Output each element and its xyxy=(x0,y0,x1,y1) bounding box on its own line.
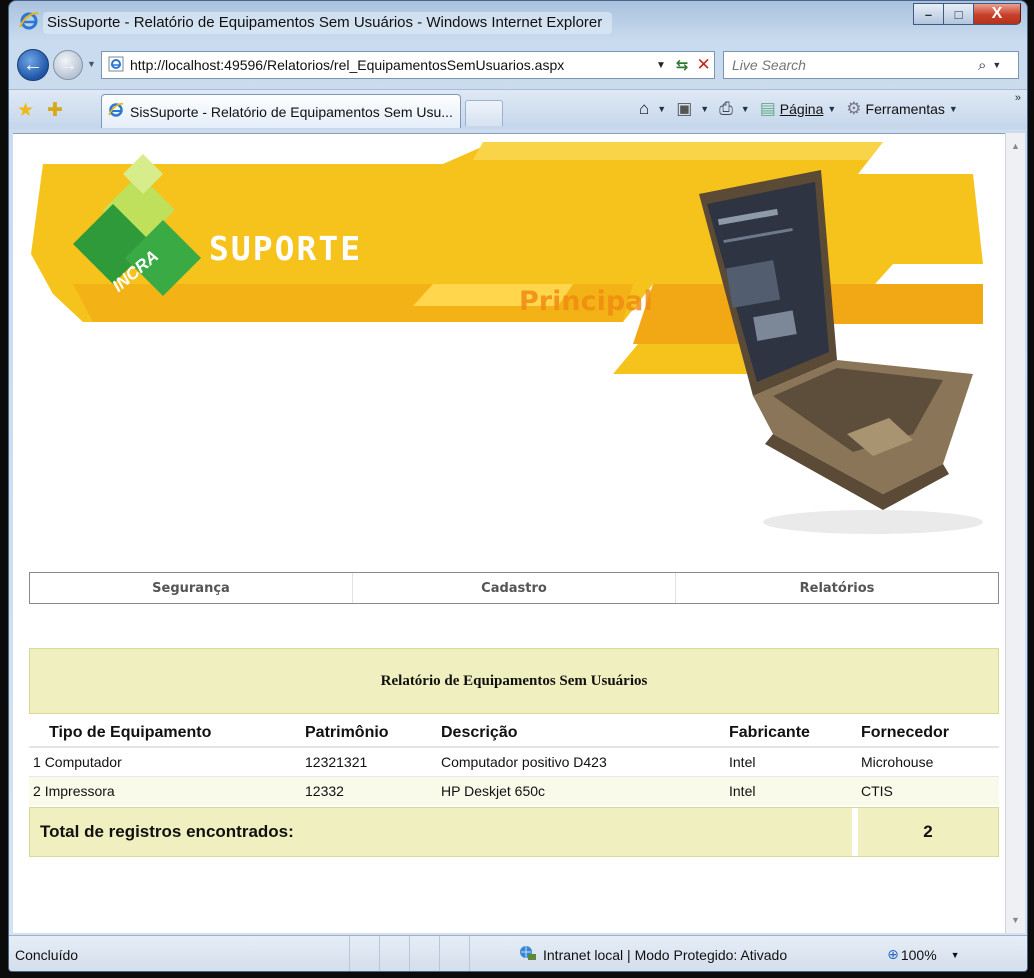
cell-tipo: 2 Impressora xyxy=(29,776,299,805)
command-bar: ⌂ ▼ ▣ ▼ ⎙ ▼ ▤ Página ▼ ⚙ Ferramentas ▼ xyxy=(639,99,968,119)
print-icon[interactable]: ⎙ xyxy=(719,99,733,119)
status-bar: Concluído Intranet local | Modo Protegid… xyxy=(9,935,1027,971)
status-text: Concluído xyxy=(15,946,79,963)
address-dropdown-icon[interactable]: ▼ xyxy=(656,60,666,71)
cell-tipo: 1 Computador xyxy=(29,747,299,777)
print-dropdown-icon[interactable]: ▼ xyxy=(741,104,750,114)
page-menu-button[interactable]: Página xyxy=(780,101,824,117)
search-input[interactable] xyxy=(732,57,972,73)
vertical-scrollbar[interactable]: ▲ ▼ xyxy=(1005,133,1025,933)
report-table: Tipo de Equipamento Patrimônio Descrição… xyxy=(29,714,999,805)
refresh-icon[interactable]: ⇆ xyxy=(676,56,689,74)
page-content: INCRA SUPORTE Principal Segurança Cadast… xyxy=(13,133,1005,933)
scroll-up-icon[interactable]: ▲ xyxy=(1011,141,1020,151)
cell-fornecedor: Microhouse xyxy=(855,747,999,777)
url-input[interactable] xyxy=(130,57,640,73)
home-icon[interactable]: ⌂ xyxy=(639,99,649,119)
zoom-control[interactable]: ⊕ 100% ▼ xyxy=(887,946,959,963)
column-header-tipo: Tipo de Equipamento xyxy=(29,714,299,748)
total-value: 2 xyxy=(923,822,933,841)
tab-ie-icon xyxy=(108,102,124,121)
section-text: Principal xyxy=(519,286,653,317)
search-box: ⌕ ▼ xyxy=(723,51,1019,79)
cell-tipo-value: Computador xyxy=(44,754,122,770)
close-button[interactable]: X xyxy=(973,3,1021,25)
total-row: Total de registros encontrados: 2 xyxy=(29,807,999,857)
status-segment xyxy=(469,936,499,971)
address-bar: ▼ ⇆ ✕ xyxy=(101,51,715,79)
recent-pages-dropdown-icon[interactable]: ▼ xyxy=(87,59,96,69)
scroll-down-icon[interactable]: ▼ xyxy=(1011,915,1020,925)
menu-item-seguranca[interactable]: Segurança xyxy=(30,573,353,603)
tools-menu-button[interactable]: Ferramentas xyxy=(866,101,945,117)
cell-fabricante: Intel xyxy=(723,776,855,805)
table-header-row: Tipo de Equipamento Patrimônio Descrição… xyxy=(29,714,999,748)
navigation-bar: ← → ▼ ▼ ⇆ ✕ ⌕ ▼ xyxy=(9,45,1027,85)
column-header-patrimonio: Patrimônio xyxy=(299,714,435,748)
table-row: 1 Computador 12321321 Computador positiv… xyxy=(29,747,999,777)
cell-fabricante: Intel xyxy=(723,747,855,777)
tools-dropdown-icon[interactable]: ▼ xyxy=(949,104,958,114)
more-chevron-icon[interactable]: » xyxy=(1015,92,1021,104)
search-options-dropdown-icon[interactable]: ▼ xyxy=(992,60,1001,70)
report-title: Relatório de Equipamentos Sem Usuários xyxy=(29,648,999,714)
cell-patrimonio: 12321321 xyxy=(299,747,435,777)
column-header-descricao: Descrição xyxy=(435,714,723,748)
tab-label: SisSuporte - Relatório de Equipamentos S… xyxy=(130,103,453,120)
stop-icon[interactable]: ✕ xyxy=(696,55,710,75)
page-menu-icon: ▤ xyxy=(759,99,776,118)
page-icon xyxy=(108,56,124,75)
tab-bar: ★ ✚ SisSuporte - Relatório de Equipament… xyxy=(9,89,1027,129)
total-label: Total de registros encontrados: xyxy=(30,808,858,856)
banner: INCRA SUPORTE Principal xyxy=(31,142,983,534)
cell-fornecedor: CTIS xyxy=(855,776,999,805)
feeds-dropdown-icon[interactable]: ▼ xyxy=(700,104,709,114)
row-number: 1 xyxy=(33,754,41,770)
back-button[interactable]: ← xyxy=(17,49,49,81)
tools-gear-icon: ⚙ xyxy=(846,99,862,118)
zone-text: Intranet local | Modo Protegido: Ativado xyxy=(543,946,788,963)
tab-current[interactable]: SisSuporte - Relatório de Equipamentos S… xyxy=(101,94,461,128)
forward-button[interactable]: → xyxy=(53,50,83,80)
column-header-fornecedor: Fornecedor xyxy=(855,714,999,748)
feeds-icon[interactable]: ▣ xyxy=(676,99,692,119)
status-segment xyxy=(439,936,469,971)
menu-item-cadastro[interactable]: Cadastro xyxy=(353,573,676,603)
cell-descricao: Computador positivo D423 xyxy=(435,747,723,777)
table-row: 2 Impressora 12332 HP Deskjet 650c Intel… xyxy=(29,776,999,805)
row-number: 2 xyxy=(33,783,41,799)
add-favorite-icon[interactable]: ✚ xyxy=(47,99,63,122)
browser-window: SisSuporte - Relatório de Equipamentos S… xyxy=(8,0,1028,972)
status-segment xyxy=(409,936,439,971)
window-controls: – □ X xyxy=(913,3,1021,25)
security-zone[interactable]: Intranet local | Modo Protegido: Ativado xyxy=(519,945,787,964)
cell-tipo-value: Impressora xyxy=(44,783,115,799)
page-dropdown-icon[interactable]: ▼ xyxy=(827,104,836,114)
brand-text: SUPORTE xyxy=(209,229,362,268)
report-section: Relatório de Equipamentos Sem Usuários T… xyxy=(29,648,999,857)
zoom-level: 100% xyxy=(900,946,937,963)
cell-patrimonio: 12332 xyxy=(299,776,435,805)
menu-item-relatorios[interactable]: Relatórios xyxy=(676,573,998,603)
maximize-button[interactable]: □ xyxy=(943,3,973,25)
title-bar: SisSuporte - Relatório de Equipamentos S… xyxy=(9,1,1027,41)
status-segment xyxy=(349,936,379,971)
status-segment xyxy=(379,936,409,971)
zoom-icon: ⊕ xyxy=(887,946,899,962)
column-header-fabricante: Fabricante xyxy=(723,714,855,748)
ie-logo-icon xyxy=(19,11,39,34)
home-dropdown-icon[interactable]: ▼ xyxy=(657,104,666,114)
cell-descricao: HP Deskjet 650c xyxy=(435,776,723,805)
favorites-star-icon[interactable]: ★ xyxy=(17,99,34,122)
intranet-zone-icon xyxy=(519,945,537,964)
search-icon[interactable]: ⌕ xyxy=(978,57,986,74)
main-menu: Segurança Cadastro Relatórios xyxy=(29,572,999,604)
window-title: SisSuporte - Relatório de Equipamentos S… xyxy=(43,12,613,34)
new-tab-button[interactable] xyxy=(465,100,503,126)
minimize-button[interactable]: – xyxy=(913,3,943,25)
zoom-dropdown-icon[interactable]: ▼ xyxy=(951,950,960,960)
